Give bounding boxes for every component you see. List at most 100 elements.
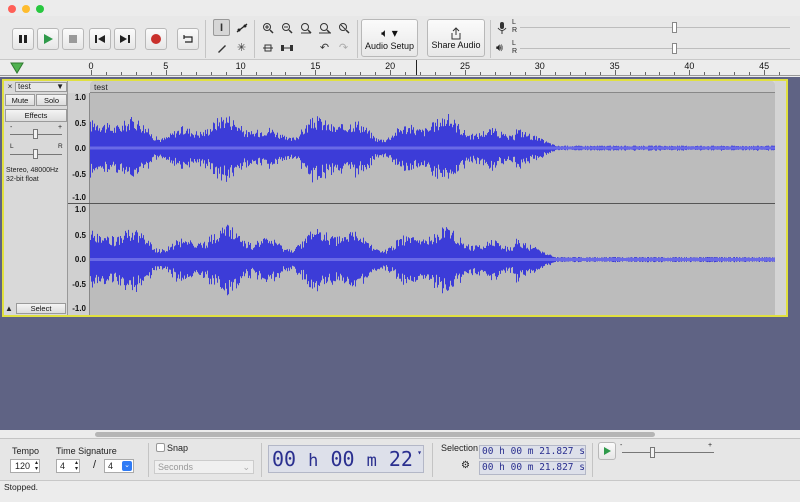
zoom-in-button[interactable] (259, 19, 276, 36)
ts-numerator: 4 (60, 461, 66, 471)
snap-checkbox[interactable] (156, 443, 165, 452)
record-meter[interactable] (520, 20, 790, 38)
play-button[interactable] (37, 28, 59, 50)
meter-right-letter: R (512, 27, 518, 34)
meter-left-letter: L (512, 19, 516, 26)
time-display[interactable]: 00 h 00 m 22 s ▾ (268, 445, 424, 499)
zoom-toggle-button[interactable] (335, 19, 352, 36)
snap-unit-select[interactable]: Seconds ⌄ (154, 460, 254, 474)
select-track-button[interactable]: Select (16, 303, 66, 314)
waveform-right-channel[interactable] (90, 204, 775, 315)
loop-icon (183, 35, 193, 43)
play-at-speed-button[interactable] (598, 442, 616, 460)
ruler-tick (479, 72, 481, 75)
i-beam-icon: I (219, 21, 224, 34)
pause-button[interactable] (12, 28, 34, 50)
snap-label: Snap (167, 443, 189, 453)
record-meter-button[interactable] (496, 21, 510, 35)
close-track-button[interactable]: × (5, 82, 15, 92)
silence-selection-button[interactable] (278, 39, 295, 56)
effects-button[interactable]: Effects (5, 109, 67, 122)
ruler-tick (584, 72, 586, 75)
playback-level-slider-thumb[interactable] (672, 43, 677, 54)
draw-tool-button[interactable] (213, 39, 230, 56)
stepper-icon: ▴ ▾ (34, 460, 38, 472)
separator (148, 443, 149, 477)
zoom-toggle-icon (338, 22, 350, 34)
skip-to-start-button[interactable] (89, 28, 111, 50)
mute-button[interactable]: Mute (5, 94, 35, 106)
gear-icon: ⚙︎ (461, 460, 470, 471)
track-name: test (18, 82, 31, 91)
loop-button[interactable] (177, 28, 199, 50)
time-hours-unit: h (308, 451, 319, 471)
horizontal-scrollbar[interactable] (95, 432, 655, 437)
zoom-window-button[interactable] (36, 5, 44, 13)
share-icon (451, 26, 461, 39)
minimize-window-button[interactable] (22, 5, 30, 13)
record-level-slider-thumb[interactable] (672, 22, 677, 33)
chevron-down-icon: ▾ (417, 448, 422, 457)
playback-meter[interactable] (520, 41, 790, 59)
fit-selection-button[interactable] (297, 19, 314, 36)
record-button[interactable] (145, 28, 167, 50)
close-icon: × (7, 82, 13, 91)
mute-label: Mute (11, 95, 29, 105)
ruler-tick (450, 72, 452, 75)
envelope-tool-button[interactable] (233, 19, 250, 36)
selection-tool-button[interactable]: I (213, 19, 230, 36)
ruler-tick (150, 72, 152, 75)
trim-outside-button[interactable] (259, 39, 276, 56)
tempo-field[interactable]: 120 ▴ ▾ (10, 459, 40, 473)
timeline-ruler[interactable]: 0 5 10 15 20 25 30 35 40 45 (0, 60, 800, 76)
selection-settings-button[interactable]: ⚙︎ (461, 460, 470, 471)
share-audio-button[interactable]: Share Audio (427, 19, 485, 57)
silence-icon (280, 44, 293, 51)
ruler-tick (210, 72, 212, 75)
toolbar-separator (254, 20, 255, 58)
playback-meter-track (520, 48, 790, 49)
redo-button[interactable]: ↷ (335, 39, 352, 56)
separator (592, 443, 593, 477)
ruler-tick (734, 72, 736, 75)
zoom-out-button[interactable] (278, 19, 295, 36)
ruler-tick (599, 72, 601, 75)
status-text: Stopped. (4, 482, 39, 492)
ruler-tick (120, 72, 122, 75)
clip-header[interactable]: test (90, 81, 775, 93)
stop-button[interactable] (62, 28, 84, 50)
pan-slider[interactable] (33, 149, 38, 159)
selection-start-time[interactable]: 00 h 00 m 21.827 s (479, 445, 586, 459)
timeline-options-button[interactable] (10, 62, 24, 76)
amplitude-ruler[interactable]: 1.0 0.5 0.0 -0.5 -1.0 1.0 0.5 0.0 -0.5 -… (68, 93, 90, 315)
fit-project-button[interactable] (316, 19, 333, 36)
waveform-left-channel[interactable] (90, 93, 775, 203)
gain-slider[interactable] (33, 129, 38, 139)
playback-meter-button[interactable]: 🔊︎ (496, 42, 510, 56)
amp-label: 0.0 (74, 255, 86, 264)
selection-end-value: 00 h 00 m 21.827 s (482, 462, 585, 473)
amp-label: 0.5 (74, 119, 86, 128)
select-label: Select (30, 304, 52, 313)
undo-button[interactable]: ↶ (316, 39, 333, 56)
ruler-tick (689, 70, 691, 75)
ruler-tick (524, 72, 526, 75)
play-speed-slider[interactable] (650, 447, 655, 458)
ts-numerator-field[interactable]: 4 ▴ ▾ (56, 459, 80, 473)
pencil-icon (217, 44, 226, 53)
skip-to-end-button[interactable] (114, 28, 136, 50)
audio-setup-label: Audio Setup (364, 40, 415, 51)
ruler-tick (554, 72, 556, 75)
audio-setup-button[interactable]: 🔈︎ ▾ Audio Setup (361, 19, 418, 57)
time-minutes-unit: m (366, 451, 377, 471)
solo-button[interactable]: Solo (36, 94, 67, 106)
multi-tool-button[interactable]: ✳ (233, 39, 250, 56)
collapse-track-button[interactable]: ▲ (5, 303, 15, 314)
selection-end-time[interactable]: 00 h 00 m 21.827 s (479, 461, 586, 475)
ts-denominator-select[interactable]: 4 ⌄ (104, 459, 134, 473)
waveform-center-band (90, 258, 775, 261)
track-menu-button[interactable]: test ▼ (15, 82, 67, 92)
undo-icon: ↶ (319, 42, 330, 54)
close-window-button[interactable] (8, 5, 16, 13)
ruler-tick (255, 72, 257, 75)
